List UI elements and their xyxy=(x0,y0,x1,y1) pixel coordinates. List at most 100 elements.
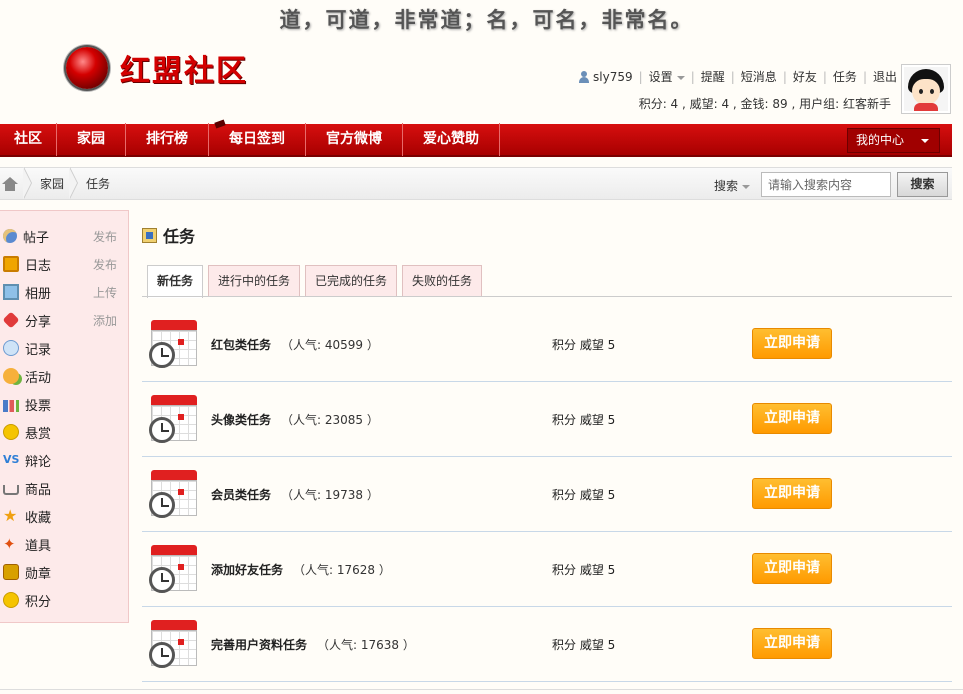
divider: | xyxy=(862,69,867,84)
logout-link[interactable]: 退出 xyxy=(873,68,897,85)
sidebar-action-upload[interactable]: 上传 xyxy=(93,284,117,301)
breadcrumb-separator xyxy=(69,167,80,200)
messages-link[interactable]: 短消息 xyxy=(741,68,777,85)
sidebar-item-blog[interactable]: 日志 发布 xyxy=(0,250,128,278)
tab-in-progress[interactable]: 进行中的任务 xyxy=(208,265,301,297)
sidebar-action-publish[interactable]: 发布 xyxy=(93,256,117,273)
task-row: 会员类任务 （人气: 19738 ） 积分 威望 5 立即申请 xyxy=(142,457,952,532)
breadcrumb-item-home[interactable]: 家园 xyxy=(40,175,64,192)
avatar-image xyxy=(904,67,948,111)
search-button[interactable]: 搜索 xyxy=(897,172,948,197)
tasks-link[interactable]: 任务 xyxy=(833,68,857,85)
chevron-down-icon xyxy=(921,139,929,143)
chevron-down-icon xyxy=(742,184,750,189)
sidebar-item-credits[interactable]: 积分 xyxy=(0,586,128,614)
tab-failed[interactable]: 失败的任务 xyxy=(402,265,483,297)
breadcrumb: 家园 任务 搜索 搜索 xyxy=(0,167,952,200)
sidebar-item-debate[interactable]: VS 辩论 xyxy=(0,446,128,474)
divider: | xyxy=(638,69,643,84)
user-bar: sly759 | 设置 | 提醒 | 短消息 | 好友 | 任务 | 退出 xyxy=(578,68,897,85)
calendar-clock-icon xyxy=(149,470,197,518)
task-row: 完善用户资料任务 （人气: 17638 ） 积分 威望 5 立即申请 xyxy=(142,607,952,682)
home-icon[interactable] xyxy=(2,176,18,191)
notifications-link[interactable]: 提醒 xyxy=(701,68,725,85)
calendar-clock-icon xyxy=(149,320,197,368)
sidebar-item-record[interactable]: 记录 xyxy=(0,334,128,362)
goods-icon xyxy=(3,484,19,495)
divider: | xyxy=(782,69,787,84)
username-link[interactable]: sly759 xyxy=(593,70,633,84)
task-reward: 积分 威望 5 xyxy=(552,638,616,652)
tool-icon: ✦ xyxy=(3,535,16,553)
sidebar-item-favorites[interactable]: ★ 收藏 xyxy=(0,502,128,530)
my-center-label: 我的中心 xyxy=(856,133,905,147)
calendar-clock-icon xyxy=(149,620,197,668)
task-popularity: （人气: 17628 ） xyxy=(293,563,391,577)
apply-button[interactable]: 立即申请 xyxy=(752,403,832,434)
tab-completed[interactable]: 已完成的任务 xyxy=(305,265,398,297)
sidebar-item-medals[interactable]: 勋章 xyxy=(0,558,128,586)
task-tabs: 新任务 进行中的任务 已完成的任务 失败的任务 xyxy=(147,265,487,298)
sidebar-item-posts[interactable]: 帖子 发布 xyxy=(0,222,128,250)
sidebar-item-album[interactable]: 相册 上传 xyxy=(0,278,128,306)
nav-item-donate[interactable]: 爱心赞助 xyxy=(403,123,500,156)
task-row: 红包类任务 （人气: 40599 ） 积分 威望 5 立即申请 xyxy=(142,307,952,382)
task-popularity: （人气: 23085 ） xyxy=(281,413,379,427)
task-reward: 积分 威望 5 xyxy=(552,338,616,352)
sidebar-item-reward[interactable]: 悬赏 xyxy=(0,418,128,446)
apply-button[interactable]: 立即申请 xyxy=(752,328,832,359)
task-title[interactable]: 会员类任务 （人气: 19738 ） xyxy=(211,486,379,503)
sidebar-action-add[interactable]: 添加 xyxy=(93,312,117,329)
tabs-divider xyxy=(142,296,952,297)
nav-item-ranking[interactable]: 排行榜 xyxy=(126,123,209,156)
sidebar-item-poll[interactable]: 投票 xyxy=(0,390,128,418)
search-input[interactable] xyxy=(761,172,891,197)
poll-icon xyxy=(3,400,19,412)
friends-link[interactable]: 好友 xyxy=(793,68,817,85)
divider: | xyxy=(730,69,735,84)
nav-item-home[interactable]: 家园 xyxy=(57,123,126,156)
debate-icon: VS xyxy=(3,453,20,466)
share-icon xyxy=(2,311,20,329)
divider: | xyxy=(822,69,827,84)
nav-item-weibo[interactable]: 官方微博 xyxy=(306,123,403,156)
sidebar-item-activity[interactable]: 活动 xyxy=(0,362,128,390)
site-slogan: 道，可道，非常道；名，可名，非常名。 xyxy=(279,7,694,32)
site-logo[interactable]: 红盟社区 xyxy=(66,46,248,90)
apply-button[interactable]: 立即申请 xyxy=(752,628,832,659)
search-type-dropdown[interactable]: 搜索 xyxy=(714,177,750,194)
user-stats: 积分: 4 , 威望: 4 , 金钱: 89 , 用户组: 红客新手 xyxy=(638,97,891,111)
task-title[interactable]: 添加好友任务 （人气: 17628 ） xyxy=(211,561,391,578)
task-reward: 积分 威望 5 xyxy=(552,488,616,502)
task-row: 头像类任务 （人气: 23085 ） 积分 威望 5 立即申请 xyxy=(142,382,952,457)
apply-button[interactable]: 立即申请 xyxy=(752,478,832,509)
credit-icon xyxy=(3,592,19,608)
settings-link[interactable]: 设置 xyxy=(649,68,685,85)
nav-item-community[interactable]: 社区 xyxy=(0,123,57,156)
tab-new-tasks[interactable]: 新任务 xyxy=(147,265,204,298)
task-reward: 积分 威望 5 xyxy=(552,563,616,577)
task-list: 红包类任务 （人气: 40599 ） 积分 威望 5 立即申请 头像类任务 （人气:… xyxy=(142,307,952,682)
main-nav: 社区 家园 排行榜 每日签到 官方微博 爱心赞助 我的中心 xyxy=(0,123,952,157)
task-title[interactable]: 完善用户资料任务 （人气: 17638 ） xyxy=(211,636,415,653)
sidebar-action-publish[interactable]: 发布 xyxy=(93,228,117,245)
logo-text: 红盟社区 xyxy=(120,54,248,89)
activity-icon xyxy=(3,368,19,384)
calendar-clock-icon xyxy=(149,395,197,443)
task-title[interactable]: 头像类任务 （人气: 23085 ） xyxy=(211,411,379,428)
sidebar-item-share[interactable]: 分享 添加 xyxy=(0,306,128,334)
footer-divider xyxy=(0,689,963,690)
task-title[interactable]: 红包类任务 （人气: 40599 ） xyxy=(211,336,379,353)
record-icon xyxy=(3,340,19,356)
sidebar-item-tools[interactable]: ✦ 道具 xyxy=(0,530,128,558)
page-title: 任务 xyxy=(142,223,195,247)
page-title-text: 任务 xyxy=(163,227,196,246)
divider: | xyxy=(690,69,695,84)
sidebar-item-goods[interactable]: 商品 xyxy=(0,474,128,502)
avatar[interactable] xyxy=(901,64,951,114)
apply-button[interactable]: 立即申请 xyxy=(752,553,832,584)
my-center-dropdown[interactable]: 我的中心 xyxy=(847,128,940,153)
task-title-icon xyxy=(142,227,157,243)
task-popularity: （人气: 19738 ） xyxy=(281,488,379,502)
nav-item-checkin[interactable]: 每日签到 xyxy=(209,123,306,156)
